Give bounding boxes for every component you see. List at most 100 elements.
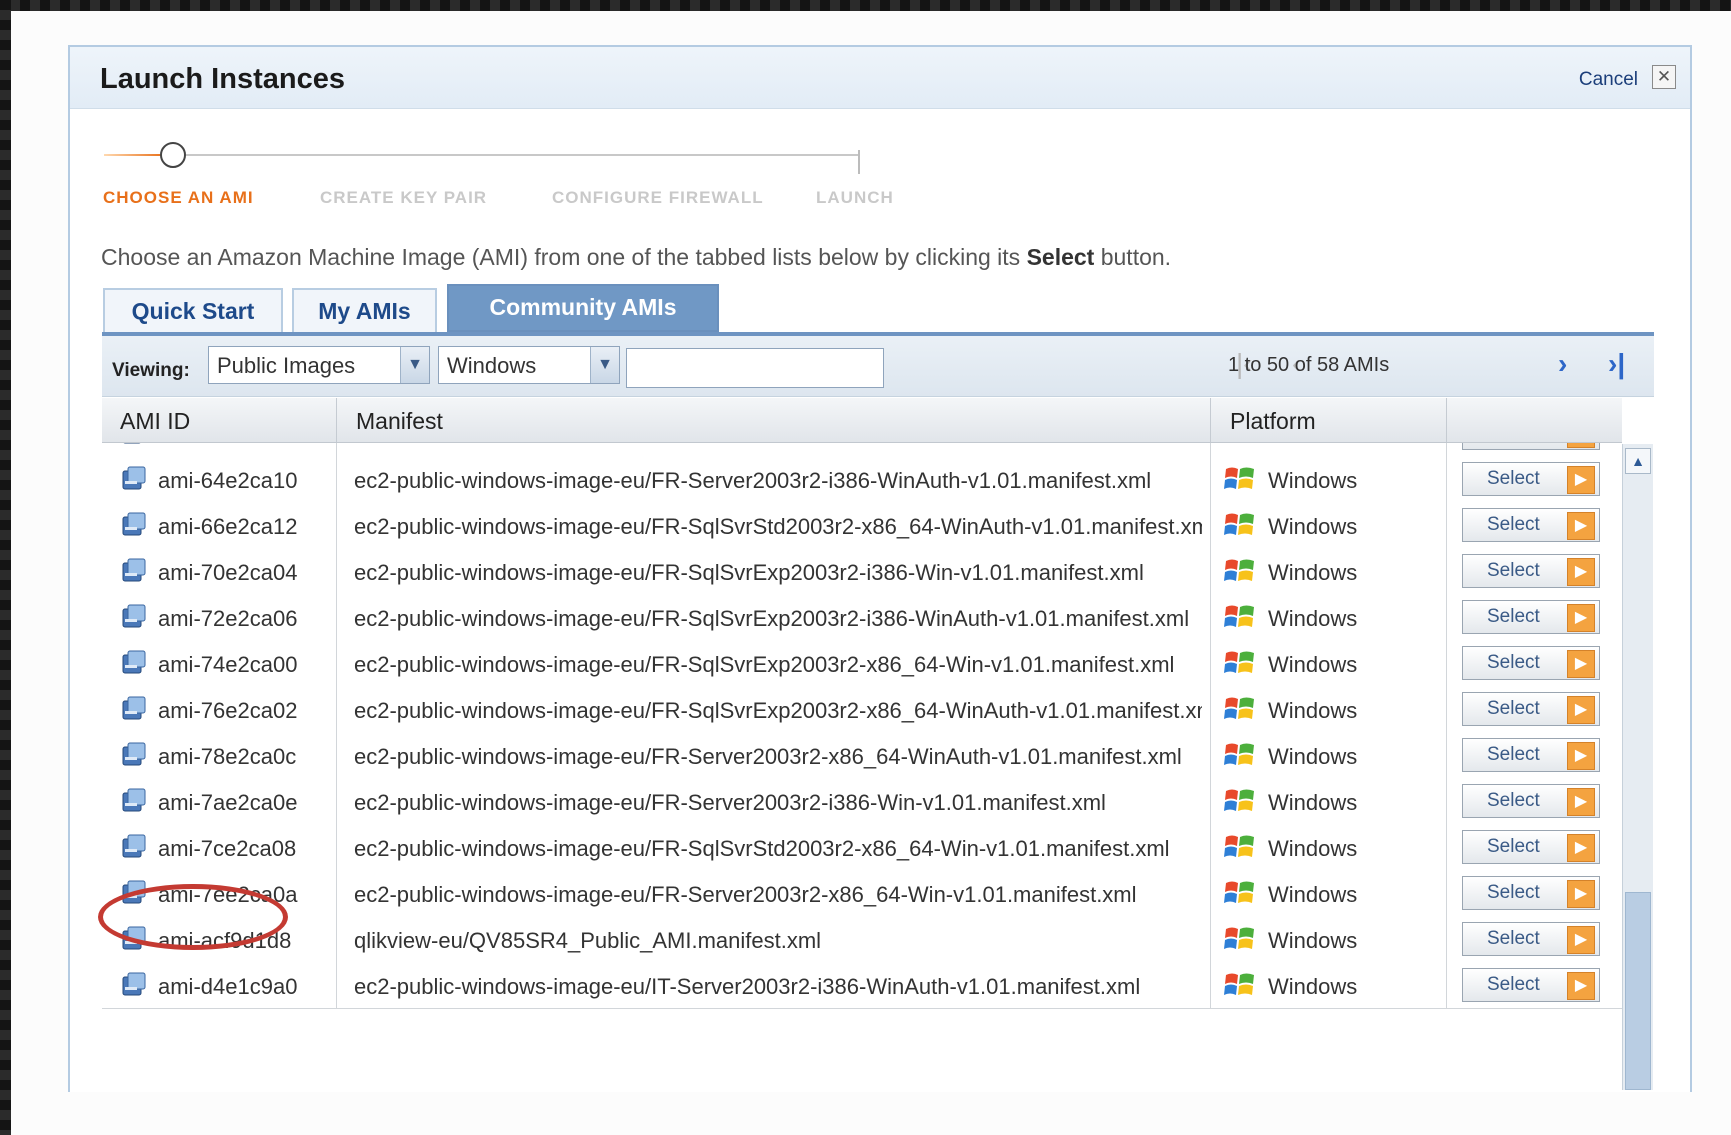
select-ami-button[interactable]: Select ▶	[1462, 462, 1600, 496]
select-button-label: Select	[1487, 468, 1540, 489]
ami-id-cell: ami-70e2ca04	[158, 560, 298, 585]
cell-divider	[1446, 962, 1447, 1008]
wizard-progress-track	[186, 154, 860, 156]
select-ami-button[interactable]: Select ▶	[1462, 738, 1600, 772]
manifest-cell: ec2-public-windows-image-eu/FR-SqlSvrExp…	[354, 652, 1175, 677]
close-icon[interactable]: ✕	[1652, 65, 1676, 89]
manifest-cell: ec2-public-windows-image-eu/FR-SqlSvrStd…	[354, 514, 1202, 539]
platform-filter-select[interactable]: Windows ▼	[438, 346, 620, 384]
windows-logo-icon	[1224, 697, 1254, 719]
arrow-right-icon: ▶	[1567, 466, 1595, 494]
table-row[interactable]: ami-76e2ca02 ec2-public-windows-image-eu/…	[102, 686, 1622, 733]
cell-divider	[1446, 870, 1447, 916]
tab-community-amis[interactable]: Community AMIs	[447, 284, 719, 332]
tab-my-amis[interactable]: My AMIs	[292, 288, 437, 332]
ami-disk-icon	[122, 512, 146, 536]
ami-id-cell: ami-64e2ca10	[158, 468, 298, 493]
column-header-manifest[interactable]: Manifest	[356, 408, 443, 435]
table-row[interactable]: ami-66e2ca12 ec2-public-windows-image-eu/…	[102, 502, 1622, 549]
select-ami-button[interactable]: Select ▶	[1462, 922, 1600, 956]
select-ami-button[interactable]: Select ▶	[1462, 692, 1600, 726]
select-ami-button[interactable]: Select ▶	[1462, 554, 1600, 588]
dialog-title: Launch Instances	[100, 63, 345, 95]
cell-divider	[1446, 916, 1447, 962]
manifest-cell: ec2-public-windows-image-eu/FR-Server200…	[354, 744, 1182, 769]
cell-divider	[1210, 916, 1211, 962]
cell-divider	[336, 870, 337, 916]
table-row[interactable]: ami-7ee2ca0a ec2-public-windows-image-eu/…	[102, 870, 1622, 917]
cell-divider	[1210, 456, 1211, 502]
table-row[interactable]: ami-7ce2ca08 ec2-public-windows-image-eu/…	[102, 824, 1622, 871]
windows-logo-icon	[1224, 559, 1254, 581]
cell-divider	[336, 594, 337, 640]
select-ami-button[interactable]: Select ▶	[1462, 508, 1600, 542]
select-ami-button[interactable]: Select ▶	[1462, 646, 1600, 680]
instructions-text: Choose an Amazon Machine Image (AMI) fro…	[101, 244, 1171, 271]
ami-id-cell: ami-7ae2ca0e	[158, 790, 298, 815]
wizard-step-launch: LAUNCH	[816, 188, 894, 207]
manifest-cell: ec2-public-windows-image-eu/FR-SqlSvrExp…	[354, 698, 1202, 723]
scroll-thumb[interactable]	[1625, 892, 1651, 1090]
manifest-cell: ec2-public-windows-image-eu/FR-Server200…	[354, 882, 1137, 907]
chevron-down-icon[interactable]: ▼	[400, 347, 429, 383]
arrow-right-icon: ▶	[1567, 880, 1595, 908]
image-filter-value: Public Images	[217, 353, 356, 378]
column-header-platform[interactable]: Platform	[1230, 408, 1316, 435]
arrow-right-icon: ▶	[1567, 926, 1595, 954]
manifest-cell: ec2-public-windows-image-eu/FR-SqlSvrExp…	[354, 606, 1190, 631]
cell-divider	[1446, 456, 1447, 502]
image-filter-select[interactable]: Public Images ▼	[208, 346, 430, 384]
cell-divider	[1446, 824, 1447, 870]
select-button-label: Select	[1487, 836, 1540, 857]
select-ami-button[interactable]: Select ▶	[1462, 830, 1600, 864]
cell-divider	[336, 778, 337, 824]
table-row[interactable]: ami-72e2ca06 ec2-public-windows-image-eu/…	[102, 594, 1622, 641]
cell-divider	[1446, 502, 1447, 548]
table-row[interactable]: ami-70e2ca04 ec2-public-windows-image-eu/…	[102, 548, 1622, 595]
last-page-icon[interactable]: ›|	[1608, 348, 1625, 380]
select-ami-button[interactable]: Select ▶	[1462, 600, 1600, 634]
cell-divider	[336, 732, 337, 778]
platform-cell: Windows	[1268, 560, 1358, 585]
platform-cell: Windows	[1268, 514, 1358, 539]
cell-divider	[1446, 594, 1447, 640]
manifest-cell: qlikview-eu/QV85SR4_Public_AMI.manifest.…	[354, 928, 822, 953]
arrow-right-icon: ▶	[1567, 558, 1595, 586]
photo-film-border-left	[0, 0, 11, 1135]
table-scrollbar[interactable]: ▲	[1622, 444, 1653, 1090]
ami-disk-icon	[122, 604, 146, 628]
column-header-ami-id[interactable]: AMI ID	[120, 408, 190, 435]
chevron-down-icon[interactable]: ▼	[590, 347, 619, 383]
table-row[interactable]: ami-acf9d1d8 qlikview-eu/QV85SR4_Public_A…	[102, 916, 1622, 963]
scroll-up-icon[interactable]: ▲	[1625, 448, 1651, 474]
platform-cell: Windows	[1268, 744, 1358, 769]
select-ami-button[interactable]: Select ▶	[1462, 968, 1600, 1002]
table-row[interactable]: ami-78e2ca0c ec2-public-windows-image-eu/…	[102, 732, 1622, 779]
filter-toolbar: Viewing: Public Images ▼ Windows ▼ |‹ ‹ …	[102, 336, 1654, 397]
cell-divider	[336, 824, 337, 870]
windows-logo-icon	[1224, 743, 1254, 765]
select-ami-button[interactable]: Select ▶	[1462, 876, 1600, 910]
table-row[interactable]: ami-7ae2ca0e ec2-public-windows-image-eu/…	[102, 778, 1622, 825]
ami-table: AMI ID Manifest Platform ami-60f4dc14edu…	[102, 398, 1654, 1090]
wizard-current-step-marker	[160, 142, 186, 168]
windows-logo-icon	[1224, 513, 1254, 535]
pager-status: 1 to 50 of 58 AMIs	[1228, 354, 1390, 376]
table-row[interactable]: ami-74e2ca00 ec2-public-windows-image-eu/…	[102, 640, 1622, 687]
ami-id-cell: ami-7ee2ca0a	[158, 882, 298, 907]
tab-quick-start[interactable]: Quick Start	[103, 288, 283, 332]
select-button-label: Select	[1487, 974, 1540, 995]
arrow-right-icon: ▶	[1567, 512, 1595, 540]
platform-cell: Windows	[1268, 468, 1358, 493]
table-row[interactable]: ami-d4e1c9a0 ec2-public-windows-image-eu/…	[102, 962, 1622, 1009]
cancel-link[interactable]: Cancel	[1579, 69, 1638, 91]
column-divider	[336, 398, 337, 442]
search-input[interactable]	[626, 348, 884, 388]
cell-divider	[1446, 686, 1447, 732]
wizard-progress-filled	[104, 154, 164, 156]
table-row[interactable]: ami-64e2ca10 ec2-public-windows-image-eu/…	[102, 456, 1622, 503]
cell-divider	[1210, 640, 1211, 686]
ami-id-cell: ami-66e2ca12	[158, 514, 298, 539]
select-ami-button[interactable]: Select ▶	[1462, 784, 1600, 818]
next-page-icon[interactable]: ›	[1558, 348, 1567, 380]
